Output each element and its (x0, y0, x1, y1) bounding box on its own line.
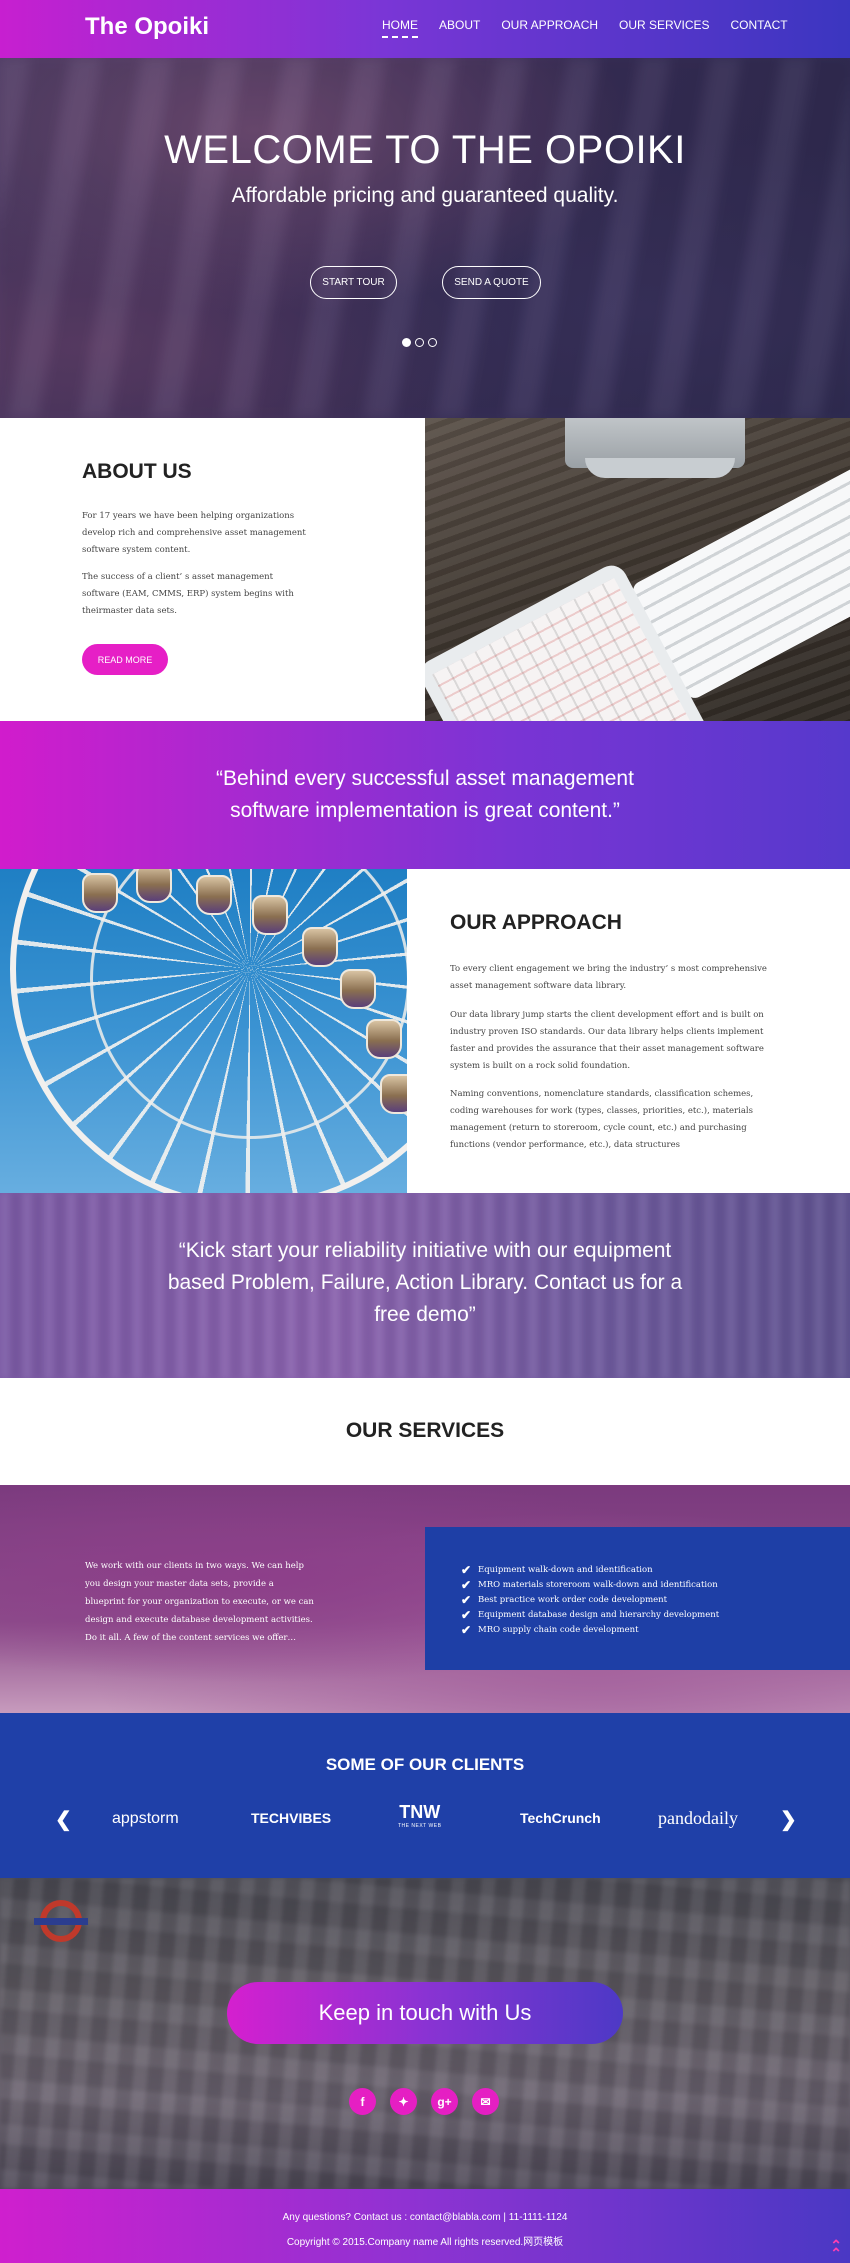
services-intro: We work with our clients in two ways. We… (85, 1561, 314, 1643)
services-list-box: ✔ Equipment walk-down and identification … (425, 1527, 850, 1670)
service-item: ✔ Equipment database design and hierarchy… (461, 1608, 719, 1623)
nav-contact[interactable]: CONTACT (731, 18, 788, 38)
gondola (366, 1019, 402, 1059)
gondola (82, 873, 118, 913)
nav-our-approach[interactable]: OUR APPROACH (501, 18, 598, 38)
hero-subtitle: Affordable pricing and guaranteed qualit… (231, 184, 619, 207)
approach-paragraph-3: Naming conventions, nomenclature standar… (450, 1089, 754, 1150)
send-quote-button[interactable]: SEND A QUOTE (442, 266, 541, 299)
check-icon: ✔ (461, 1623, 472, 1637)
about-paragraph-1: For 17 years we have been helping organi… (82, 511, 306, 555)
gondola (380, 1074, 407, 1114)
back-to-top-icon[interactable]: ⌃ ⌃ (830, 2238, 842, 2260)
gondola (252, 895, 288, 935)
about-section: ABOUT US For 17 years we have been helpi… (0, 418, 850, 721)
nav-about[interactable]: ABOUT (439, 18, 480, 38)
underground-roundel-sign (34, 1900, 88, 1942)
email-icon[interactable]: ✉ (472, 2088, 499, 2115)
nav-home[interactable]: HOME (382, 18, 418, 38)
gondola (302, 927, 338, 967)
service-item-label: Equipment database design and hierarchy … (478, 1610, 720, 1620)
contact-section: Keep in touch with Us f ✦ g+ ✉ (0, 1878, 850, 2189)
monitor-base-shape (585, 458, 735, 478)
footer-contact-line: Any questions? Contact us : contact@blab… (282, 2212, 568, 2223)
client-logo-appstorm[interactable]: appstorm (112, 1810, 179, 1828)
quote-1-content: “Behind every successful asset managemen… (216, 767, 634, 822)
navbar: The Opoiki HOME ABOUT OUR APPROACH OUR S… (0, 0, 850, 58)
twitter-icon[interactable]: ✦ (390, 2088, 417, 2115)
facebook-icon[interactable]: f (349, 2088, 376, 2115)
quote-2-text: “Kick start your reliability initiative … (0, 1235, 850, 1331)
keep-in-touch-button[interactable]: Keep in touch with Us (227, 1982, 623, 2044)
footer: Any questions? Contact us : contact@blab… (0, 2189, 850, 2263)
nav-links: HOME ABOUT OUR APPROACH OUR SERVICES CON… (382, 18, 809, 38)
client-logo-pandodaily[interactable]: pandodaily (658, 1808, 738, 1829)
clients-title: SOME OF OUR CLIENTS (325, 1755, 525, 1774)
footer-copyright: Copyright © 2015.Company name All rights… (286, 2237, 564, 2248)
gondola (136, 869, 172, 903)
quote-banner-2: “Kick start your reliability initiative … (0, 1193, 850, 1378)
brand-logo[interactable]: The Opoiki (85, 13, 209, 41)
client-logo-techvibes[interactable]: TECHVIBES (251, 1810, 331, 1826)
start-tour-button[interactable]: START TOUR (310, 266, 397, 299)
approach-paragraph-2: Our data library jump starts the client … (450, 1010, 764, 1071)
nav-our-services[interactable]: OUR SERVICES (619, 18, 709, 38)
about-title: ABOUT US (82, 460, 192, 483)
service-item: ✔ Best practice work order code developme… (461, 1593, 719, 1608)
check-icon: ✔ (461, 1608, 472, 1622)
approach-title: OUR APPROACH (450, 911, 622, 934)
approach-section: OUR APPROACH To every client engagement … (0, 869, 850, 1193)
hero-background-image (0, 58, 850, 418)
slider-dot-3[interactable] (428, 338, 437, 347)
ferris-wheel-image (0, 869, 407, 1193)
chevron-left-icon[interactable]: ❮ (55, 1807, 72, 1832)
about-paragraph-2: The success of a client’ s asset managem… (82, 572, 294, 616)
slider-dot-2[interactable] (415, 338, 424, 347)
slider-dot-1[interactable] (402, 338, 411, 347)
service-item: ✔ MRO materials storeroom walk-down and i… (461, 1578, 719, 1593)
service-item: ✔ Equipment walk-down and identification (461, 1563, 719, 1578)
services-section: We work with our clients in two ways. We… (0, 1485, 850, 1713)
service-item-label: Best practice work order code developmen… (478, 1595, 668, 1605)
service-item-label: MRO supply chain code development (478, 1625, 639, 1635)
slider-dots (402, 338, 437, 347)
client-logo-techcrunch[interactable]: TechCrunch (520, 1810, 601, 1826)
check-icon: ✔ (461, 1578, 472, 1592)
services-list: ✔ Equipment walk-down and identification … (461, 1563, 719, 1638)
clients-section: SOME OF OUR CLIENTS ❮ appstorm TECHVIBES… (0, 1713, 850, 1878)
services-title: OUR SERVICES (345, 1419, 505, 1442)
chevron-right-icon[interactable]: ❯ (780, 1807, 797, 1832)
client-logo-tnw[interactable]: TNW THE NEXT WEB (398, 1803, 442, 1833)
social-links: f ✦ g+ ✉ (349, 2088, 499, 2115)
service-item-label: Equipment walk-down and identification (478, 1565, 653, 1575)
approach-paragraph-1: To every client engagement we bring the … (450, 964, 767, 991)
check-icon: ✔ (461, 1563, 472, 1577)
gondola (340, 969, 376, 1009)
gondola (196, 875, 232, 915)
hero-title: WELCOME TO THE OPOIKI (164, 128, 686, 172)
tnw-logo-subtext: THE NEXT WEB (398, 1823, 442, 1829)
service-item-label: MRO materials storeroom walk-down and id… (478, 1580, 718, 1590)
quote-banner-1: “Behind every successful asset managemen… (0, 721, 850, 869)
quote-1-text: “Behind every successful asset managemen… (0, 763, 850, 827)
google-plus-icon[interactable]: g+ (431, 2088, 458, 2115)
quote-2-content: “Kick start your reliability initiative … (167, 1239, 683, 1326)
check-icon: ✔ (461, 1593, 472, 1607)
hero-slider: WELCOME TO THE OPOIKI Affordable pricing… (0, 58, 850, 418)
read-more-button[interactable]: READ MORE (82, 644, 168, 675)
about-desk-image (425, 418, 850, 721)
service-item: ✔ MRO supply chain code development (461, 1623, 719, 1638)
services-heading-section: OUR SERVICES (0, 1378, 850, 1485)
